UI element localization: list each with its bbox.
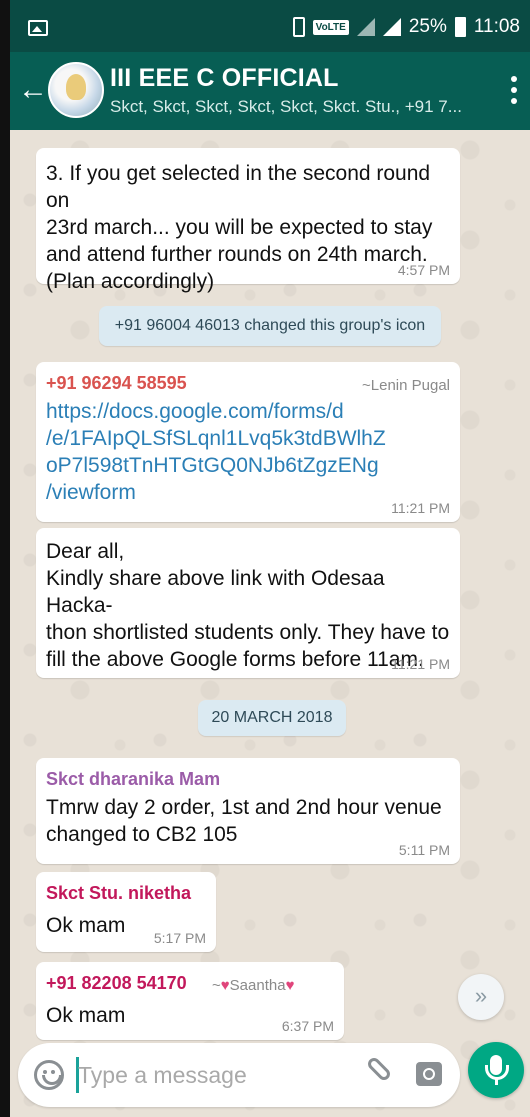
message-line: changed to CB2 105 bbox=[46, 823, 238, 846]
message-line: and attend further rounds on 24th march. bbox=[46, 243, 428, 266]
sender-name[interactable]: Skct Stu. niketha bbox=[46, 882, 191, 904]
message-bubble[interactable]: Skct dharanika Mam Tmrw day 2 order, 1st… bbox=[36, 758, 460, 864]
gallery-notification-icon bbox=[28, 20, 48, 36]
signal-strength-icon bbox=[382, 18, 401, 36]
message-line: Tmrw day 2 order, 1st and 2nd hour venue bbox=[46, 796, 442, 819]
group-avatar-icon[interactable] bbox=[48, 62, 104, 118]
sender-name[interactable]: Skct dharanika Mam bbox=[46, 768, 220, 790]
volte-badge: VoLTE bbox=[312, 19, 349, 35]
message-line: Dear all, bbox=[46, 540, 125, 563]
message-line: thon shortlisted students only. They hav… bbox=[46, 621, 450, 644]
message-text: Ok mam bbox=[46, 914, 126, 937]
heart-icon: ♥ bbox=[285, 977, 295, 994]
emoji-icon[interactable] bbox=[34, 1060, 64, 1090]
message-bubble[interactable]: 3. If you get selected in the second rou… bbox=[36, 148, 460, 293]
system-message: +91 96004 46013 changed this group's ico… bbox=[99, 306, 441, 346]
sender-name[interactable]: +91 96294 58595 bbox=[46, 372, 187, 394]
message-time: 6:37 PM bbox=[281, 1018, 334, 1034]
clock: 11:08 bbox=[473, 16, 520, 37]
battery-icon bbox=[454, 17, 466, 37]
message-bubble[interactable]: +91 96294 58595 ~Lenin Pugal https://doc… bbox=[36, 362, 460, 522]
status-bar: VoLTE 25% 11:08 bbox=[10, 0, 530, 52]
chevron-down-icon[interactable]: » bbox=[458, 974, 504, 1020]
mic-icon bbox=[485, 1055, 509, 1085]
heart-icon: ♥ bbox=[220, 977, 230, 994]
group-members[interactable]: Skct, Skct, Skct, Skct, Skct, Skct. Stu.… bbox=[110, 97, 462, 117]
message-bubble[interactable]: +91 82208 54170 ~♥Saantha♥ Ok mam 6:37 P… bbox=[36, 962, 344, 1040]
group-title[interactable]: III EEE C OFFICIAL bbox=[110, 64, 339, 93]
message-time: 5:11 PM bbox=[398, 842, 450, 858]
overflow-menu-icon[interactable] bbox=[510, 76, 518, 104]
mic-button[interactable] bbox=[468, 1042, 524, 1098]
sender-alias: ~Lenin Pugal bbox=[362, 377, 450, 394]
sender-name[interactable]: +91 82208 54170 bbox=[46, 972, 187, 994]
camera-icon[interactable] bbox=[416, 1062, 442, 1086]
signal-icon bbox=[356, 18, 375, 36]
message-line: (Plan accordingly) bbox=[46, 270, 215, 293]
message-time: 5:17 PM bbox=[153, 930, 206, 946]
battery-percent: 25% bbox=[408, 16, 447, 37]
back-arrow-icon[interactable]: ← bbox=[16, 70, 50, 110]
chat-header: ← III EEE C OFFICIAL Skct, Skct, Skct, S… bbox=[10, 52, 530, 130]
message-line: 3. If you get selected in the second rou… bbox=[46, 162, 431, 212]
message-input[interactable] bbox=[78, 1057, 358, 1093]
message-bubble[interactable]: Skct Stu. niketha Ok mam 5:17 PM bbox=[36, 872, 216, 952]
chat-screen: VoLTE 25% 11:08 ← III EEE C OFFICIAL Skc… bbox=[10, 0, 530, 1117]
date-chip: 20 MARCH 2018 bbox=[198, 700, 346, 736]
message-line: Kindly share above link with Odesaa Hack… bbox=[46, 567, 385, 617]
left-edge bbox=[0, 0, 10, 1117]
attach-icon[interactable] bbox=[365, 1055, 393, 1083]
message-line: 23rd march... you will be expected to st… bbox=[46, 216, 433, 239]
message-bubble[interactable]: Dear all, Kindly share above link with O… bbox=[36, 528, 460, 678]
message-time: 11:21 PM bbox=[391, 656, 450, 672]
message-text: Ok mam bbox=[46, 1004, 126, 1027]
phone-icon bbox=[292, 17, 305, 37]
message-time: 11:21 PM bbox=[391, 500, 450, 516]
form-link-line[interactable]: oP7l598tTnHTGtGQ0NJb6tZgzENg bbox=[46, 452, 451, 479]
sender-alias-wrap: ~♥Saantha♥ bbox=[212, 977, 295, 994]
form-link-line[interactable]: /e/1FAIpQLSfSLqnl1Lvq5k3tdBWlhZ bbox=[46, 425, 451, 452]
message-time: 4:57 PM bbox=[397, 262, 450, 278]
sender-alias: Saantha bbox=[229, 977, 286, 994]
form-link-line[interactable]: https://docs.google.com/forms/d bbox=[46, 398, 451, 425]
message-composer bbox=[18, 1043, 460, 1107]
